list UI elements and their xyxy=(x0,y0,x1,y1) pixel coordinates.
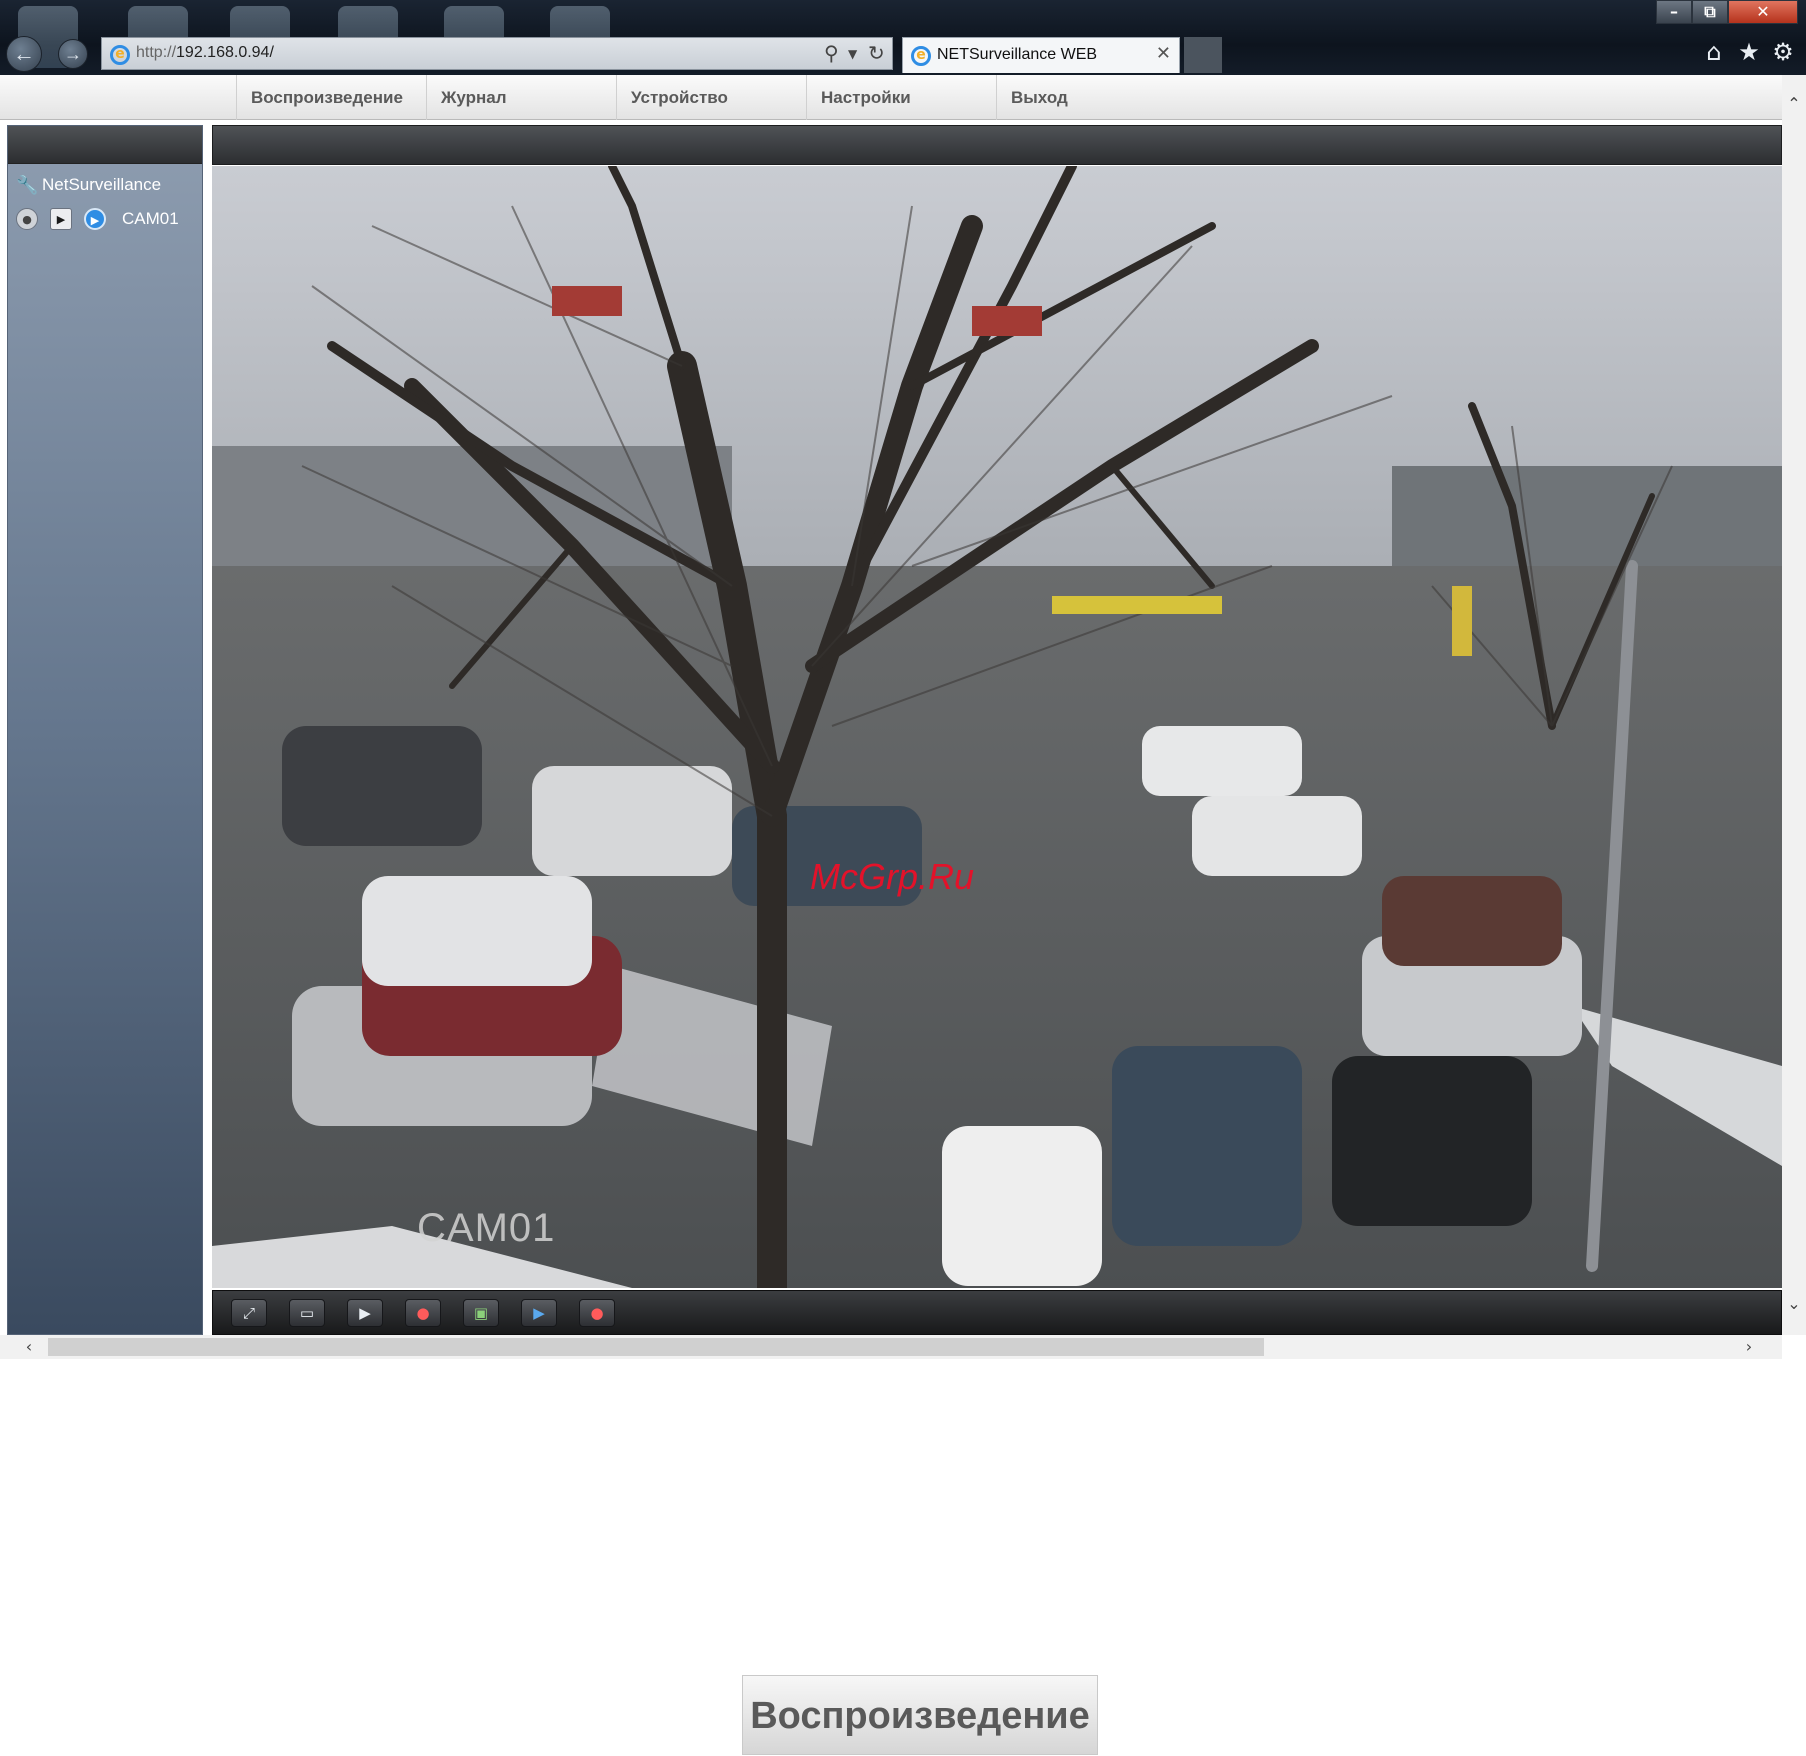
menu-item-log[interactable]: Журнал xyxy=(426,75,616,120)
minimize-icon[interactable]: – xyxy=(1656,0,1692,24)
menu-item-device[interactable]: Устройство xyxy=(616,75,806,120)
dropdown-icon[interactable]: ▼ xyxy=(848,47,857,61)
wrench-icon: 🔧 xyxy=(16,175,39,196)
refresh-icon[interactable]: ↻ xyxy=(868,41,885,65)
video-control-bar: ⤢ ▭ ▶ ● ▣ ▶ ● xyxy=(212,1290,1782,1335)
restore-icon[interactable]: ⧉ xyxy=(1692,0,1728,24)
scroll-right-icon[interactable]: › xyxy=(1740,1338,1758,1356)
favorites-star-icon[interactable]: ★ xyxy=(1735,38,1763,66)
browser-chrome: ← → e http://192.168.0.94/ ⚲ ▼ ↻ e NETSu… xyxy=(0,0,1806,75)
url-scheme: http:// xyxy=(136,44,177,61)
video-player: CAM01 McGrp.Ru ⤢ ▭ ▶ ● ▣ ▶ ● xyxy=(212,125,1782,1335)
tree-root-label: NetSurveillance xyxy=(42,175,162,194)
playback-button-zoomed[interactable]: Воспроизведение xyxy=(742,1675,1098,1755)
camera-label: CAM01 xyxy=(122,209,179,228)
parking-lot-scene xyxy=(212,166,1782,1288)
camera-video-frame[interactable]: CAM01 McGrp.Ru xyxy=(212,166,1782,1288)
back-arrow-icon[interactable]: ← xyxy=(6,36,42,72)
vertical-scrollbar[interactable]: ⌃ ⌄ xyxy=(1782,75,1806,1335)
browser-tab[interactable]: e NETSurveillance WEB ✕ xyxy=(902,37,1180,73)
playback-icon[interactable]: ▶ xyxy=(347,1299,383,1327)
tree-root-device[interactable]: 🔧 NetSurveillance xyxy=(16,174,161,196)
record-toggle-icon[interactable]: ● xyxy=(16,208,38,230)
player-topbar xyxy=(212,125,1782,165)
tab-title: NETSurveillance WEB xyxy=(937,46,1098,63)
scroll-left-icon[interactable]: ‹ xyxy=(20,1338,38,1356)
single-window-icon[interactable]: ▭ xyxy=(289,1299,325,1327)
home-icon[interactable]: ⌂ xyxy=(1700,38,1728,66)
address-bar[interactable]: e http://192.168.0.94/ ⚲ ▼ ↻ xyxy=(101,37,893,70)
fullscreen-icon[interactable]: ⤢ xyxy=(231,1299,267,1327)
camera-play-icon[interactable]: ▶ xyxy=(521,1299,557,1327)
search-icon[interactable]: ⚲ xyxy=(824,41,839,65)
watermark-text: McGrp.Ru xyxy=(810,856,975,897)
live-stream-icon[interactable]: ▶ xyxy=(84,208,106,230)
page-viewport: Воспроизведение Журнал Устройство Настро… xyxy=(0,75,1806,1360)
url-host: 192.168.0.94/ xyxy=(176,44,274,61)
video-osd-label: CAM01 xyxy=(417,1206,556,1250)
forward-arrow-icon[interactable]: → xyxy=(58,39,88,69)
scrollbar-thumb[interactable] xyxy=(48,1338,1264,1356)
ie-logo-icon: e xyxy=(110,45,130,65)
scroll-up-icon[interactable]: ⌃ xyxy=(1785,95,1803,113)
window-close-icon[interactable]: ✕ xyxy=(1728,0,1798,24)
menu-item-settings[interactable]: Настройки xyxy=(806,75,996,120)
menu-item-exit[interactable]: Выход xyxy=(996,75,1186,120)
gear-icon[interactable]: ⚙ xyxy=(1769,38,1797,66)
camera-record-icon[interactable]: ● xyxy=(579,1299,615,1327)
address-url[interactable]: http://192.168.0.94/ xyxy=(136,44,274,62)
tree-item-camera[interactable]: ● ▶ ▶ CAM01 xyxy=(16,208,179,230)
main-menu: Воспроизведение Журнал Устройство Настро… xyxy=(0,75,1782,120)
scroll-down-icon[interactable]: ⌄ xyxy=(1785,1295,1803,1313)
snapshot-icon[interactable]: ▣ xyxy=(463,1299,499,1327)
record-icon[interactable]: ● xyxy=(405,1299,441,1327)
new-tab-button[interactable] xyxy=(1184,37,1222,73)
close-icon[interactable]: ✕ xyxy=(1156,43,1171,64)
menu-item-playback[interactable]: Воспроизведение xyxy=(236,75,426,120)
ie-logo-icon: e xyxy=(911,46,931,66)
panel-header xyxy=(8,126,202,164)
play-icon[interactable]: ▶ xyxy=(50,208,72,230)
device-tree-panel: 🔧 NetSurveillance ● ▶ ▶ CAM01 xyxy=(7,125,203,1335)
horizontal-scrollbar[interactable]: ‹ › xyxy=(0,1335,1782,1359)
